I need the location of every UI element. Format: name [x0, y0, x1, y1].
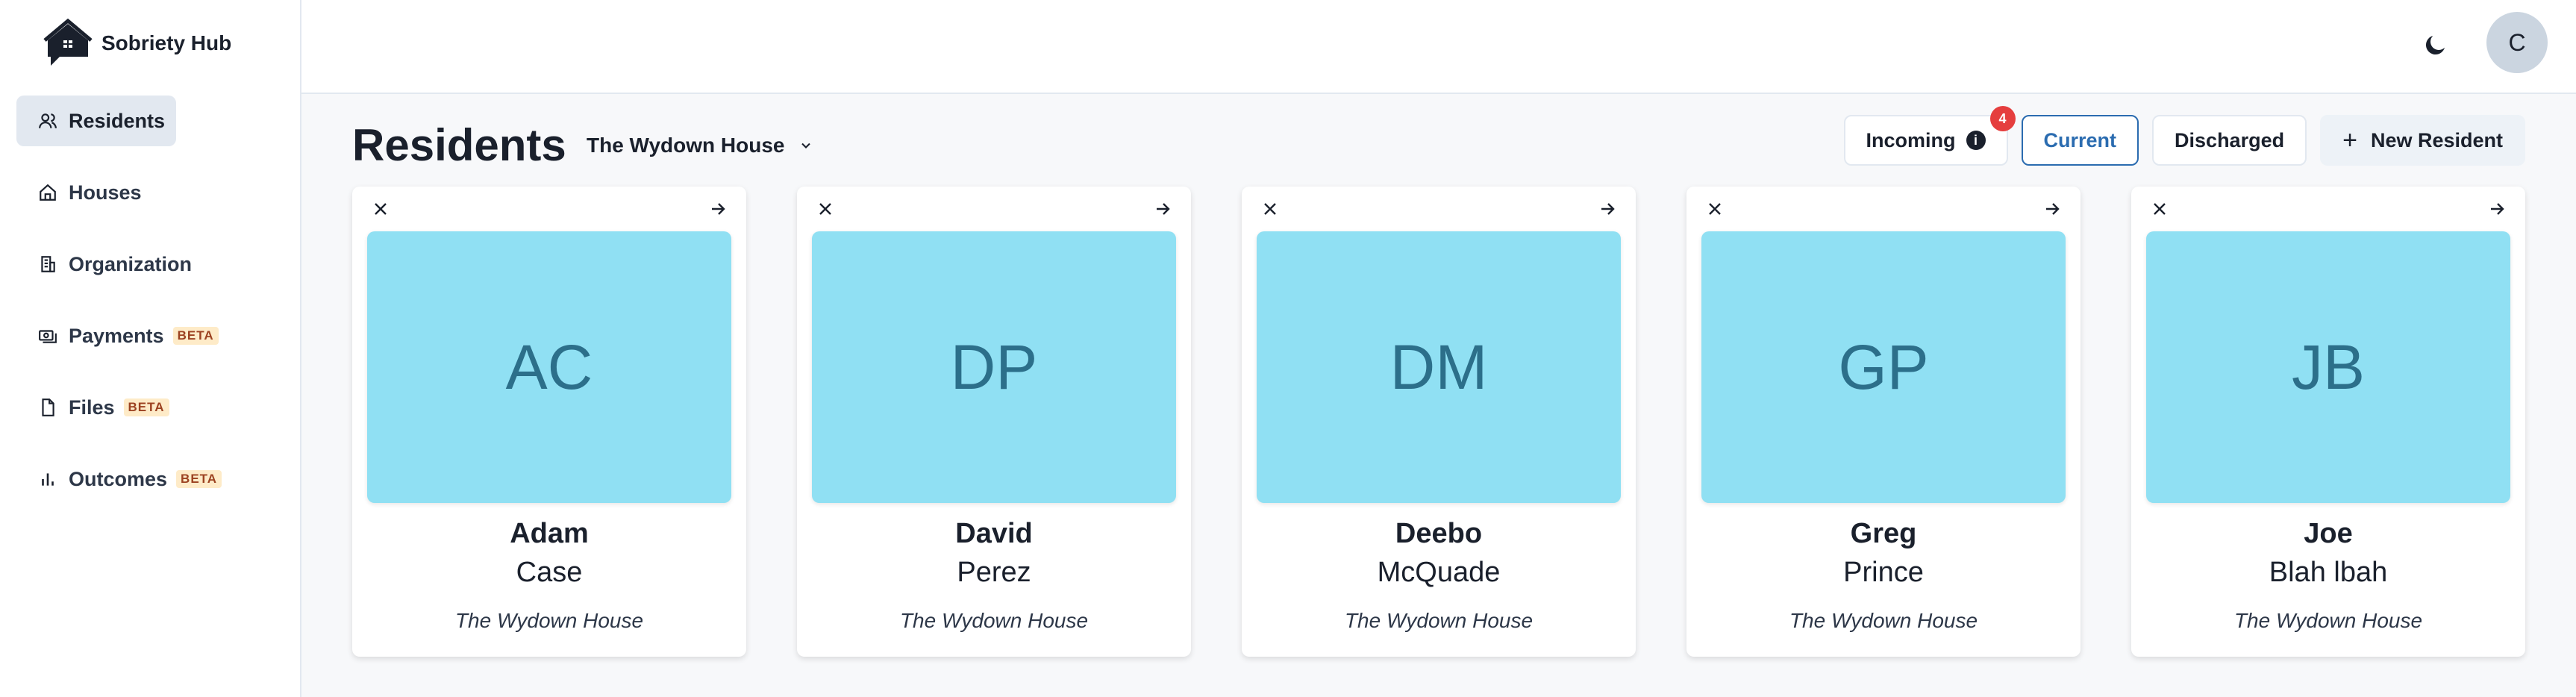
sidebar-item-label: Organization: [69, 252, 193, 275]
resident-card[interactable]: JB Joe Blah lbah The Wydown House: [2131, 187, 2525, 657]
resident-house: The Wydown House: [1344, 609, 1534, 632]
tab-incoming[interactable]: Incoming i 4: [1843, 106, 2016, 166]
sidebar-item-organization[interactable]: Organization: [16, 239, 285, 290]
house-logo-icon: [43, 18, 93, 66]
users-icon: [37, 110, 58, 131]
moon-icon[interactable]: [2422, 31, 2449, 58]
resident-last-name: Case: [516, 557, 583, 588]
button-label: New Resident: [2370, 128, 2503, 151]
beta-badge: BETA: [123, 398, 169, 416]
resident-last-name: McQuade: [1377, 557, 1501, 588]
sidebar-item-label: Residents: [69, 109, 166, 132]
tab-label: Current: [2043, 128, 2117, 151]
chevron-down-icon: [801, 143, 810, 149]
tab-label: Incoming: [1866, 128, 1956, 151]
payment-icon: [37, 325, 58, 346]
arrow-right-icon[interactable]: [1148, 194, 1178, 224]
sidebar-item-residents[interactable]: Residents: [16, 96, 176, 146]
sidebar-item-label: Payments: [69, 324, 164, 347]
sidebar-item-outcomes[interactable]: Outcomes BETA: [16, 454, 285, 504]
close-icon[interactable]: [366, 194, 396, 224]
resident-house: The Wydown House: [1789, 609, 1978, 632]
file-icon: [37, 397, 58, 418]
resident-initials-avatar: JB: [2146, 231, 2510, 503]
arrow-right-icon[interactable]: [2037, 194, 2067, 224]
resident-initials-avatar: DM: [1257, 231, 1621, 503]
arrow-right-icon[interactable]: [1592, 194, 1622, 224]
sidebar-item-houses[interactable]: Houses: [16, 167, 285, 218]
tab-label: Discharged: [2175, 128, 2285, 151]
sidebar: Sobriety Hub Residents Houses Organizati…: [0, 0, 301, 697]
info-icon[interactable]: i: [1966, 131, 1986, 150]
resident-last-name: Prince: [1843, 557, 1924, 588]
resident-house: The Wydown House: [454, 609, 644, 632]
building-icon: [37, 254, 58, 275]
resident-initials-avatar: AC: [367, 231, 731, 503]
sidebar-item-label: Houses: [69, 181, 142, 204]
house-selector-value: The Wydown House: [587, 134, 785, 157]
resident-first-name: David: [955, 518, 1033, 549]
resident-card[interactable]: GP Greg Prince The Wydown House: [1686, 187, 2081, 657]
bar-chart-icon: [37, 469, 58, 490]
sidebar-item-label: Files: [69, 396, 115, 419]
resident-card[interactable]: AC Adam Case The Wydown House: [352, 187, 746, 657]
close-icon[interactable]: [1700, 194, 1730, 224]
sidebar-item-files[interactable]: Files BETA: [16, 382, 285, 433]
brand[interactable]: Sobriety Hub: [43, 18, 231, 69]
main-content: Residents The Wydown House Incoming i 4 …: [301, 94, 2576, 697]
home-icon: [37, 182, 58, 203]
sidebar-item-payments[interactable]: Payments BETA: [16, 310, 285, 361]
resident-house: The Wydown House: [899, 609, 1089, 632]
sidebar-item-label: Outcomes: [69, 467, 168, 490]
incoming-count-badge: 4: [1989, 106, 2016, 131]
resident-last-name: Perez: [957, 557, 1031, 588]
user-avatar[interactable]: C: [2486, 12, 2548, 73]
resident-cards: AC Adam Case The Wydown House DP David P…: [352, 187, 2525, 657]
resident-last-name: Blah lbah: [2269, 557, 2388, 588]
resident-filter-actions: Incoming i 4 Current Discharged + New Re…: [1831, 106, 2525, 166]
new-resident-button[interactable]: + New Resident: [2320, 115, 2525, 166]
sidebar-nav: Residents Houses Organization Payments B…: [16, 96, 285, 525]
top-bar: C: [301, 0, 2576, 94]
beta-badge: BETA: [176, 470, 222, 488]
page-title: Residents: [352, 120, 566, 170]
close-icon[interactable]: [1255, 194, 1285, 224]
resident-house: The Wydown House: [2233, 609, 2423, 632]
arrow-right-icon[interactable]: [2482, 194, 2512, 224]
app-name: Sobriety Hub: [101, 31, 232, 54]
resident-card[interactable]: DM Deebo McQuade The Wydown House: [1242, 187, 1636, 657]
resident-initials-avatar: DP: [812, 231, 1176, 503]
tab-discharged[interactable]: Discharged: [2152, 115, 2307, 166]
beta-badge: BETA: [172, 327, 219, 345]
close-icon[interactable]: [2145, 194, 2175, 224]
resident-first-name: Greg: [1850, 518, 1917, 549]
plus-icon: +: [2342, 126, 2357, 154]
tab-current[interactable]: Current: [2021, 115, 2139, 166]
arrow-right-icon[interactable]: [703, 194, 733, 224]
resident-first-name: Deebo: [1395, 518, 1483, 549]
resident-initials-avatar: GP: [1701, 231, 2066, 503]
resident-card[interactable]: DP David Perez The Wydown House: [797, 187, 1191, 657]
house-selector[interactable]: The Wydown House: [587, 128, 813, 163]
resident-first-name: Adam: [510, 518, 589, 549]
close-icon[interactable]: [810, 194, 840, 224]
resident-first-name: Joe: [2304, 518, 2353, 549]
